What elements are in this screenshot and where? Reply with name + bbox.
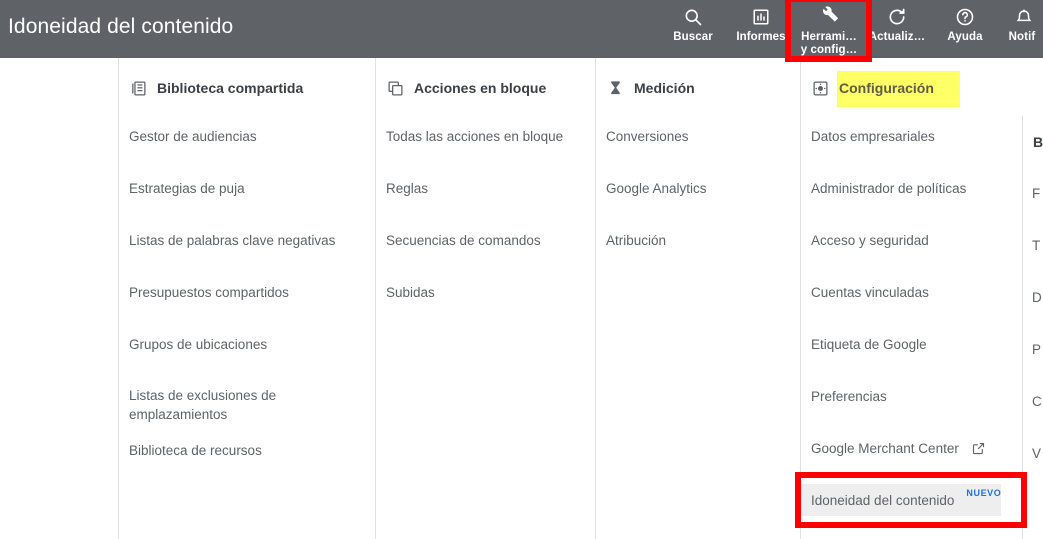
menu-column-clipped-right: B F T D P C V [1022,116,1043,539]
bulk-actions-copy-icon [386,79,405,98]
menu-column-header: Medición [596,74,800,102]
menu-item-estrategias-de-puja[interactable]: Estrategias de puja [119,172,375,204]
menu-item-label: Conversiones [606,128,689,144]
menu-item-label: Administrador de políticas [811,180,967,196]
menu-column-items: Todas las acciones en bloque Reglas Secu… [376,120,595,308]
header-toolbar: Buscar Informes Herrami… y config… Actua… [659,0,1043,58]
clipped-menu-item[interactable]: F [1032,186,1040,201]
menu-item-todas-las-acciones-en-bloque[interactable]: Todas las acciones en bloque [376,120,595,152]
menu-item-atribucion[interactable]: Atribución [596,224,800,256]
page-title: Idoneidad del contenido [8,15,234,38]
menu-item-administrador-de-politicas[interactable]: Administrador de políticas [801,172,1022,204]
menu-item-presupuestos-compartidos[interactable]: Presupuestos compartidos [119,276,375,308]
menu-column-header: Biblioteca compartida [119,74,375,102]
clipped-menu-item[interactable]: V [1032,446,1041,461]
menu-item-datos-empresariales[interactable]: Datos empresariales [801,120,1022,152]
clipped-menu-item[interactable]: T [1032,238,1040,253]
menu-item-label: Atribución [606,232,667,248]
menu-item-label: Idoneidad del contenido [811,492,955,508]
menu-column-header: Configuración [801,71,1022,107]
menu-item-label: Gestor de audiencias [129,128,257,144]
menu-item-listas-palabras-clave-negativas[interactable]: Listas de palabras clave negativas [119,224,375,256]
menu-item-label: Subidas [386,284,435,300]
toolbar-button-ayuda[interactable]: Ayuda [931,0,999,58]
menu-item-etiqueta-de-google[interactable]: Etiqueta de Google [801,328,1022,360]
settings-gear-icon [811,79,830,98]
menu-item-label: Biblioteca de recursos [129,442,262,458]
reports-bar-chart-icon [749,6,773,28]
menu-item-label: Google Merchant Center [811,440,959,456]
menu-column-items: Gestor de audiencias Estrategias de puja… [119,120,375,466]
toolbar-button-informes[interactable]: Informes [727,0,795,58]
toolbar-button-buscar[interactable]: Buscar [659,0,727,58]
app-header: Idoneidad del contenido Buscar Informes … [0,0,1043,58]
menu-column-configuracion: Configuración Datos empresariales Admini… [800,58,1022,539]
bell-notifications-icon [1009,6,1033,28]
menu-item-label: Listas de palabras clave negativas [129,232,336,248]
menu-item-listas-exclusiones-emplazamientos[interactable]: Listas de exclusiones de emplazamientos [119,380,375,430]
menu-item-label: Etiqueta de Google [811,336,927,352]
menu-item-label: Todas las acciones en bloque [386,128,564,144]
menu-column-title: Medición [634,80,695,96]
toolbar-label-buscar: Buscar [673,31,713,43]
toolbar-label-herramientas: Herrami… y config… [797,31,861,57]
menu-item-cuentas-vinculadas[interactable]: Cuentas vinculadas [801,276,1022,308]
menu-item-biblioteca-de-recursos[interactable]: Biblioteca de recursos [119,434,375,466]
menu-item-google-merchant-center[interactable]: Google Merchant Center [801,432,1022,464]
menu-item-google-analytics[interactable]: Google Analytics [596,172,800,204]
shared-library-icon [129,79,148,98]
toolbar-label-ayuda: Ayuda [947,31,983,43]
clipped-menu-item[interactable]: P [1032,342,1041,357]
menu-column-title: Biblioteca compartida [157,80,304,96]
clipped-menu-item[interactable]: D [1032,290,1042,305]
tools-and-settings-menu-panel: Biblioteca compartida Gestor de audienci… [0,58,1043,539]
measurement-hourglass-icon [606,79,625,98]
menu-item-label: Secuencias de comandos [386,232,541,248]
menu-item-label: Google Analytics [606,180,707,196]
menu-item-label: Grupos de ubicaciones [129,336,268,352]
toolbar-label-line1: Herrami… [801,31,857,43]
menu-column-items: Conversiones Google Analytics Atribución [596,120,800,256]
menu-item-label: Presupuestos compartidos [129,284,289,300]
menu-column-biblioteca-compartida: Biblioteca compartida Gestor de audienci… [118,58,375,539]
menu-column-title: Acciones en bloque [414,80,547,96]
status-badge-nuevo: NUEVO [966,488,1002,498]
menu-item-grupos-de-ubicaciones[interactable]: Grupos de ubicaciones [119,328,375,360]
menu-item-label: Datos empresariales [811,128,935,144]
menu-column-medicion: Medición Conversiones Google Analytics A… [595,58,800,539]
menu-column-items: Datos empresariales Administrador de pol… [801,120,1022,516]
toolbar-button-herramientas-configuracion[interactable]: Herrami… y config… [795,0,863,58]
menu-column-acciones-en-bloque: Acciones en bloque Todas las acciones en… [375,58,595,539]
menu-item-subidas[interactable]: Subidas [376,276,595,308]
search-icon [681,6,705,28]
menu-column-header: Acciones en bloque [376,74,595,102]
menu-item-label: Preferencias [811,388,887,404]
clipped-menu-item[interactable]: C [1032,394,1042,409]
menu-item-secuencias-de-comandos[interactable]: Secuencias de comandos [376,224,595,256]
menu-item-acceso-y-seguridad[interactable]: Acceso y seguridad [801,224,1022,256]
menu-item-conversiones[interactable]: Conversiones [596,120,800,152]
menu-column-title: Configuración [839,80,934,96]
menu-item-gestor-de-audiencias[interactable]: Gestor de audiencias [119,120,375,152]
menu-item-preferencias[interactable]: Preferencias [801,380,1022,412]
menu-column-title: B [1033,134,1043,150]
toolbar-button-notificaciones[interactable]: Notif [999,0,1043,58]
menu-item-reglas[interactable]: Reglas [376,172,595,204]
menu-item-label: Reglas [386,180,429,196]
menu-item-label: Acceso y seguridad [811,232,929,248]
toolbar-label-line2: y config… [800,44,858,56]
menu-item-label: Cuentas vinculadas [811,284,929,300]
toolbar-button-actualizaciones[interactable]: Actualiz… [863,0,931,58]
menu-item-label: Listas de exclusiones de emplazamientos [129,388,277,422]
open-in-new-icon [971,441,986,456]
app-root: Idoneidad del contenido Buscar Informes … [0,0,1043,539]
toolbar-label-informes: Informes [736,31,786,43]
refresh-icon [885,6,909,28]
toolbar-label-actualizaciones: Actualiz… [868,31,926,43]
menu-item-idoneidad-del-contenido[interactable]: Idoneidad del contenido NUEVO [801,484,1001,516]
menu-item-label: Estrategias de puja [129,180,245,196]
help-question-icon [953,6,977,28]
toolbar-label-notificaciones: Notif [1008,31,1036,43]
wrench-tools-icon [817,6,841,28]
